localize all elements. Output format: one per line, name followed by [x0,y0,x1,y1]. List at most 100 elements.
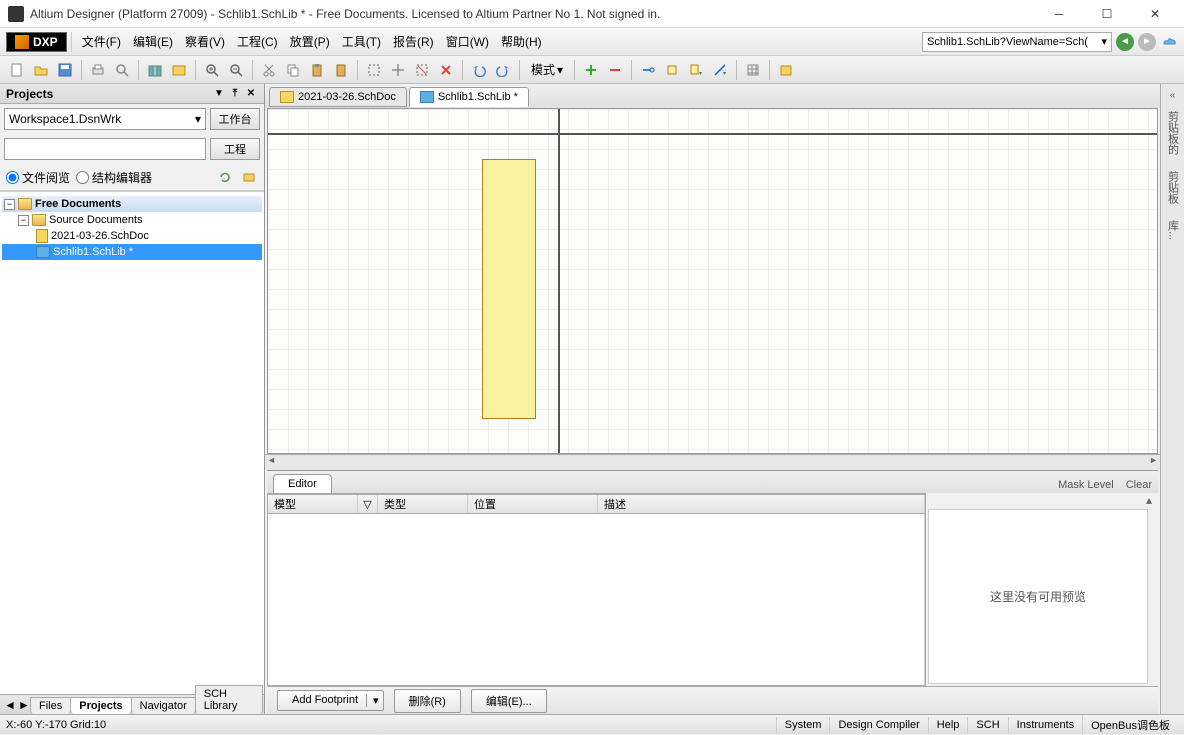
status-system[interactable]: System [776,717,830,733]
status-sch[interactable]: SCH [967,717,1007,733]
radio-file-view[interactable]: 文件阅览 [6,169,70,186]
schematic-canvas[interactable] [267,108,1158,454]
tab-projects[interactable]: Projects [70,697,131,714]
panel-pin-icon[interactable]: ⤒ [228,87,242,101]
menu-file[interactable]: 文件(F) [76,30,127,53]
menu-window[interactable]: 窗口(W) [440,30,495,53]
right-tab-libraries[interactable]: 库... [1163,214,1183,246]
explorer-icon[interactable] [168,59,190,81]
grid-icon[interactable] [742,59,764,81]
draw-line-dd-icon[interactable] [709,59,731,81]
col-model[interactable]: 模型 [268,495,358,513]
tab-sch-library[interactable]: SCH Library [195,685,263,714]
tree-schlib-item[interactable]: Schlib1.SchLib * [2,244,262,260]
tab-navigator[interactable]: Navigator [131,697,196,714]
library-icon[interactable] [144,59,166,81]
mode-dropdown[interactable]: 模式 ▾ [525,59,569,80]
part-icon[interactable] [661,59,683,81]
col-sort[interactable]: ▽ [358,495,378,513]
select-rect-icon[interactable] [363,59,385,81]
preview-icon[interactable] [111,59,133,81]
project-options-icon[interactable] [240,168,258,186]
editor-tab[interactable]: Editor [273,474,332,493]
copy-icon[interactable] [282,59,304,81]
menu-view[interactable]: 察看(V) [179,30,231,53]
project-dropdown[interactable] [4,138,206,160]
edit-button[interactable]: 编辑(E)... [471,689,547,713]
collapse-arrow-icon[interactable]: « [1170,90,1176,101]
canvas-scrollbar-h[interactable] [265,454,1160,470]
clear-button[interactable]: Clear [1120,477,1158,493]
minimize-button[interactable]: ─ [1044,4,1074,24]
maximize-button[interactable]: ☐ [1092,4,1122,24]
address-bar[interactable]: Schlib1.SchLib?ViewName=Sch(▾ [922,32,1112,52]
paste-special-icon[interactable] [330,59,352,81]
status-instruments[interactable]: Instruments [1008,717,1082,733]
menu-edit[interactable]: 编辑(E) [127,30,179,53]
move-icon[interactable] [387,59,409,81]
right-tab-clipboard[interactable]: 剪贴板 [1163,165,1183,210]
menu-report[interactable]: 报告(R) [387,30,440,53]
tree-free-documents[interactable]: − Free Documents [2,196,262,212]
pin-icon[interactable] [637,59,659,81]
doc-options-icon[interactable] [775,59,797,81]
workspace-dropdown[interactable]: Workspace1.DsnWrk ▾ [4,108,206,130]
tree-schdoc-item[interactable]: 2021-03-26.SchDoc [2,228,262,244]
zoom-in-icon[interactable] [201,59,223,81]
close-button[interactable]: ✕ [1140,4,1170,24]
deselect-icon[interactable] [411,59,433,81]
expander-icon[interactable]: − [18,215,29,226]
col-desc[interactable]: 描述 [598,495,925,513]
tab-files[interactable]: Files [30,697,71,714]
menu-help[interactable]: 帮助(H) [495,30,548,53]
status-help[interactable]: Help [928,717,968,733]
tree-source-documents[interactable]: − Source Documents [2,212,262,228]
add-footprint-button[interactable]: Add Footprint▾ [277,690,384,711]
workspace-button[interactable]: 工作台 [210,108,260,130]
menu-project[interactable]: 工程(C) [231,30,284,53]
clear-icon[interactable] [435,59,457,81]
delete-button[interactable]: 删除(R) [394,689,461,713]
add-mode-icon[interactable] [580,59,602,81]
status-design-compiler[interactable]: Design Compiler [829,717,927,733]
menu-tools[interactable]: 工具(T) [336,30,387,53]
nav-home-button[interactable] [1160,33,1178,51]
schdoc-icon [36,229,48,243]
save-icon[interactable] [54,59,76,81]
editor-pane: Editor Mask Level Clear 模型 ▽ 类型 位置 描述 [267,470,1158,714]
doc-tab-schdoc[interactable]: 2021-03-26.SchDoc [269,87,407,107]
mask-level-button[interactable]: Mask Level [1052,477,1120,493]
new-doc-icon[interactable] [6,59,28,81]
remove-mode-icon[interactable] [604,59,626,81]
cut-icon[interactable] [258,59,280,81]
col-type[interactable]: 类型 [378,495,468,513]
model-list[interactable] [268,514,925,685]
place-part-dd-icon[interactable] [685,59,707,81]
paste-icon[interactable] [306,59,328,81]
panel-close-icon[interactable]: ✕ [244,87,258,101]
component-body[interactable] [482,159,536,419]
print-icon[interactable] [87,59,109,81]
redo-icon[interactable] [492,59,514,81]
doc-tab-schlib[interactable]: Schlib1.SchLib * [409,87,529,107]
panel-dropdown-icon[interactable]: ▼ [212,87,226,101]
col-position[interactable]: 位置 [468,495,598,513]
refresh-icon[interactable] [216,168,234,186]
status-openbus[interactable]: OpenBus调色板 [1082,715,1178,735]
undo-icon[interactable] [468,59,490,81]
preview-collapse-icon[interactable]: ▴ [926,493,1158,507]
expander-icon[interactable]: − [4,199,15,210]
tab-scroll-left[interactable]: ◄ [2,696,16,714]
dxp-button[interactable]: DXP [6,32,67,52]
nav-back-button[interactable]: ◄ [1116,33,1134,51]
zoom-out-icon[interactable] [225,59,247,81]
open-icon[interactable] [30,59,52,81]
nav-fwd-button[interactable]: ► [1138,33,1156,51]
project-tree[interactable]: − Free Documents − Source Documents 2021… [0,191,264,694]
project-button[interactable]: 工程 [210,138,260,160]
chevron-down-icon: ▾ [195,112,201,126]
tab-scroll-right[interactable]: ► [16,696,30,714]
menu-place[interactable]: 放置(P) [284,30,336,53]
right-tab-clipboard-saved[interactable]: 剪贴板的 [1163,105,1183,161]
radio-struct-view[interactable]: 结构编辑器 [76,169,152,186]
